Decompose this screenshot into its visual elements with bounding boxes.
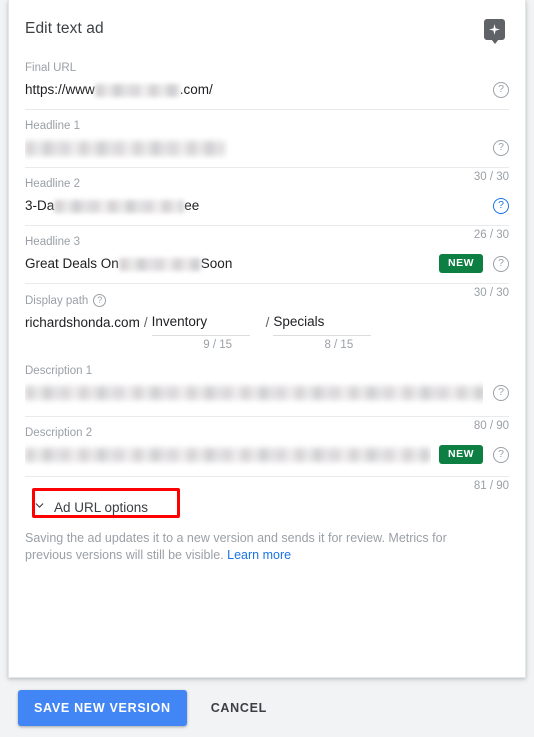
display-path-input-2[interactable]: Specials	[273, 312, 372, 336]
display-path-label-text: Display path	[25, 294, 89, 307]
description-1-counter: 80 / 90	[473, 420, 509, 432]
status-badge-new: NEW	[439, 254, 483, 273]
description-2-counter: 81 / 90	[473, 480, 509, 492]
redacted-headline-3	[118, 257, 201, 271]
headline-1-value[interactable]	[25, 135, 483, 160]
headline-1-label: Headline 1	[25, 120, 80, 132]
save-new-version-button[interactable]: SAVE NEW VERSION	[18, 690, 187, 726]
status-badge-new: NEW	[439, 445, 483, 464]
display-path-counter-2: 8 / 15	[324, 339, 354, 351]
headline-3-label: Headline 3	[25, 236, 80, 248]
help-icon[interactable]: ?	[493, 446, 509, 463]
edit-text-ad-screen: Edit text ad Final URL https://www .com/ …	[0, 0, 534, 737]
card-header: Edit text ad	[25, 0, 509, 52]
action-bar: SAVE NEW VERSION CANCEL	[0, 690, 534, 726]
headline-3-counter: 30 / 30	[473, 287, 509, 299]
field-headline-1[interactable]: Headline 1 ?	[25, 110, 509, 168]
help-icon[interactable]: ?	[493, 197, 509, 214]
field-headline-3[interactable]: 26 / 30 Headline 3 Great Deals On Soon NE…	[25, 226, 509, 284]
display-path-label: Display path ?	[25, 284, 509, 307]
display-path-input-1[interactable]: Inventory	[151, 312, 250, 336]
headline-2-value[interactable]: 3-Da ee	[25, 193, 483, 218]
headline-2-label: Headline 2	[25, 178, 80, 190]
redacted-description-2	[25, 448, 430, 463]
field-display-path[interactable]: 30 / 30 Display path ? richardshonda.com…	[25, 284, 509, 362]
headline-2-prefix: 3-Da	[25, 198, 55, 213]
help-icon[interactable]: ?	[493, 255, 509, 272]
headline-2-counter: 26 / 30	[473, 229, 509, 241]
headline-3-prefix: Great Deals On	[25, 256, 119, 271]
ad-url-options-label: Ad URL options	[54, 499, 149, 515]
description-1-label: Description 1	[25, 365, 93, 377]
save-help-text: Saving the ad updates it to a new versio…	[25, 521, 485, 564]
final-url-prefix: https://www	[25, 82, 95, 97]
redacted-headline-1	[25, 140, 225, 156]
display-path-counters: richardshonda.com / 9 / 15 / 8 / 15	[25, 336, 509, 362]
redacted-domain	[94, 83, 180, 97]
sparkle-icon[interactable]	[484, 18, 505, 44]
redacted-description-1	[25, 386, 483, 401]
final-url-label: Final URL	[25, 62, 77, 74]
chevron-down-icon	[33, 499, 46, 515]
headline-2-suffix: ee	[184, 198, 200, 213]
display-path-row: richardshonda.com / Inventory / Specials	[25, 307, 509, 336]
final-url-suffix: .com/	[179, 82, 213, 97]
field-headline-2[interactable]: 30 / 30 Headline 2 3-Da ee ?	[25, 168, 509, 226]
headline-3-value[interactable]: Great Deals On Soon	[25, 251, 431, 276]
display-path-separator-1: /	[143, 315, 148, 330]
final-url-value[interactable]: https://www .com/	[25, 77, 483, 102]
headline-3-suffix: Soon	[200, 256, 233, 271]
display-path-domain: richardshonda.com	[25, 315, 140, 330]
description-2-label: Description 2	[25, 427, 93, 439]
redacted-headline-2	[54, 199, 185, 213]
field-description-2[interactable]: 80 / 90 Description 2 NEW ?	[25, 417, 509, 477]
description-1-value[interactable]	[25, 380, 483, 405]
help-icon[interactable]: ?	[493, 81, 509, 98]
field-description-1[interactable]: Description 1 ?	[25, 362, 509, 417]
page-title: Edit text ad	[25, 20, 104, 37]
help-icon[interactable]: ?	[493, 139, 509, 156]
ad-url-options-section: 81 / 90 Ad URL options	[25, 477, 509, 521]
ad-url-options-toggle[interactable]: Ad URL options	[25, 493, 158, 521]
edit-text-ad-card: Edit text ad Final URL https://www .com/ …	[8, 0, 526, 678]
cancel-button[interactable]: CANCEL	[197, 690, 281, 726]
help-icon[interactable]: ?	[93, 294, 107, 307]
field-final-url[interactable]: Final URL https://www .com/ ?	[25, 52, 509, 110]
help-icon[interactable]: ?	[493, 384, 509, 401]
headline-1-counter: 30 / 30	[473, 171, 509, 183]
learn-more-link[interactable]: Learn more	[227, 548, 291, 562]
display-path-separator-2: /	[265, 315, 270, 330]
description-2-value[interactable]	[25, 442, 431, 467]
display-path-counter-1: 9 / 15	[203, 339, 233, 351]
